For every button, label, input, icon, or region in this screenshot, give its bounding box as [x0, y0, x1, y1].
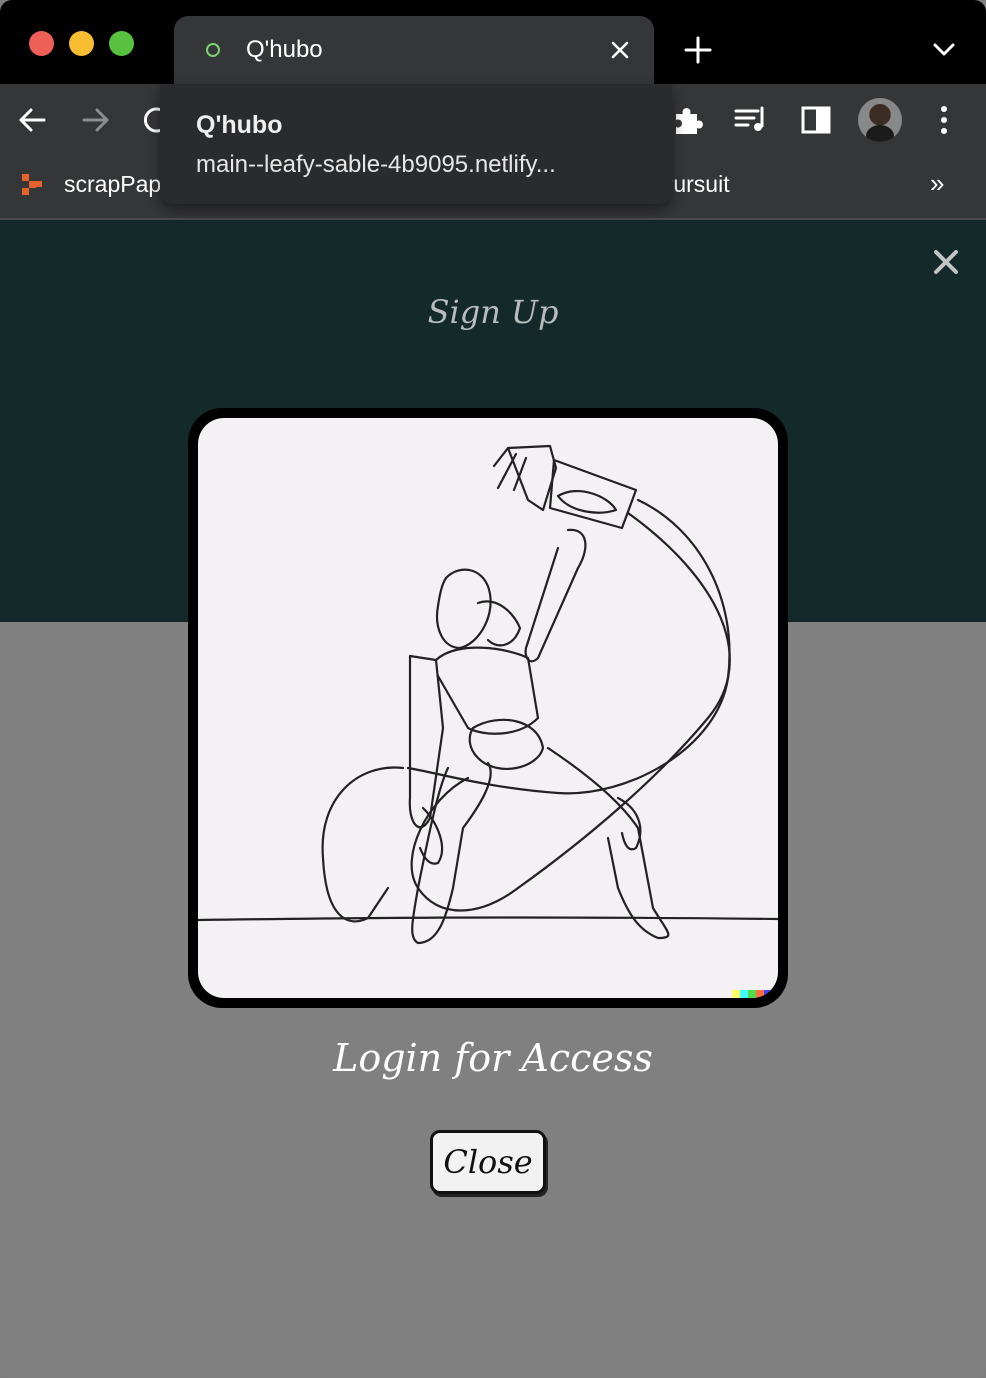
kebab-menu-icon[interactable] [924, 100, 964, 140]
color-watermark [732, 990, 772, 998]
page-content: Sign Up Login for Access Close [0, 220, 986, 1378]
tab-title: Q'hubo [246, 36, 323, 63]
media-control-icon[interactable] [730, 100, 770, 140]
window-minimize-button[interactable] [69, 31, 94, 56]
back-arrow-icon[interactable] [12, 100, 52, 140]
window-close-button[interactable] [29, 31, 54, 56]
login-for-access-message: Login for Access [333, 1036, 653, 1080]
extensions-puzzle-icon[interactable] [668, 100, 708, 140]
profile-avatar[interactable] [858, 98, 902, 142]
dancer-line-drawing [198, 418, 778, 998]
sign-up-link[interactable]: Sign Up [0, 292, 986, 332]
tab-strip: Q'hubo [0, 0, 986, 84]
modal-close-button[interactable]: Close [430, 1130, 546, 1194]
new-tab-plus-icon[interactable] [682, 34, 714, 66]
browser-window: Q'hubo scrapPap Pursuit » Q'hubo main--l… [0, 0, 986, 1378]
hover-card-url: main--leafy-sable-4b9095.netlify... [196, 151, 556, 178]
bookmark-scrappaper[interactable]: scrapPap [64, 170, 161, 198]
tab-qhubo[interactable]: Q'hubo [174, 16, 654, 84]
window-maximize-button[interactable] [109, 31, 134, 56]
line-drawing-illustration [198, 444, 778, 998]
modal-image-frame [188, 408, 788, 1008]
bookmarks-overflow-button[interactable]: » [930, 168, 944, 198]
chevron-down-icon[interactable] [928, 36, 960, 64]
close-icon[interactable] [930, 246, 962, 278]
tab-hover-card: Q'hubo main--leafy-sable-4b9095.netlify.… [160, 84, 672, 204]
chat-bubble-icon [206, 43, 220, 57]
forward-arrow-icon[interactable] [76, 100, 116, 140]
hover-card-title: Q'hubo [196, 111, 283, 139]
close-icon[interactable] [606, 36, 634, 64]
scrappaper-logo-icon [22, 174, 42, 195]
side-panel-icon[interactable] [796, 100, 836, 140]
